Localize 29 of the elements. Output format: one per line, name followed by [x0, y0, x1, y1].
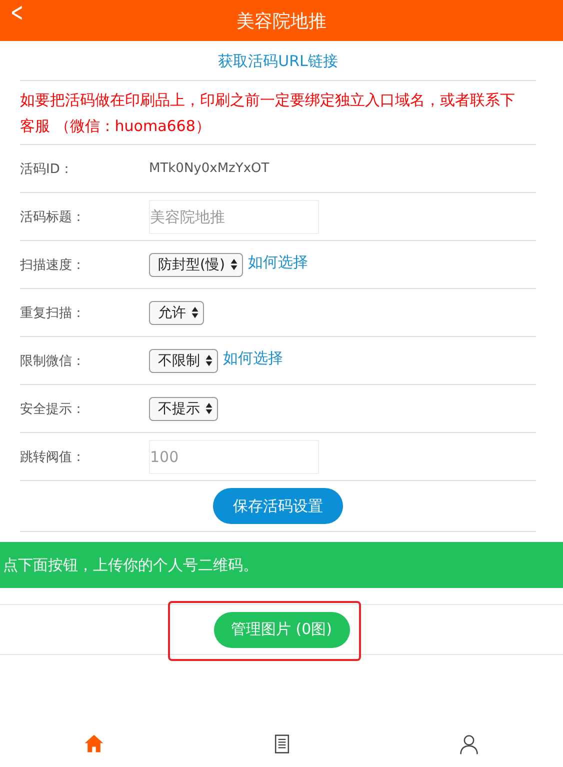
field-label: 活码ID： [20, 160, 74, 178]
select-field[interactable]: 防封型(慢) [149, 252, 243, 276]
field-label: 扫描速度： [20, 256, 86, 274]
home-icon[interactable] [82, 733, 105, 755]
field-label: 安全提示： [20, 400, 86, 418]
updown-arrows-icon [205, 402, 213, 415]
save-button[interactable]: 保存活码设置 [213, 488, 343, 524]
updown-arrows-icon [205, 354, 213, 367]
select-field[interactable]: 不提示 [149, 396, 218, 420]
field-label: 活码标题： [20, 208, 86, 226]
field-label: 限制微信： [20, 352, 86, 370]
select-field[interactable]: 不限制 [149, 348, 218, 372]
field-label: 重复扫描： [20, 304, 86, 322]
help-link[interactable]: 如何选择 [223, 348, 283, 368]
page-title: 美容院地推 [236, 10, 326, 32]
updown-arrows-icon [191, 306, 199, 319]
manage-images-button[interactable]: 管理图片 (0图) [214, 612, 350, 648]
back-button[interactable]: < [10, 0, 24, 26]
input-field[interactable]: 100 [149, 440, 319, 474]
person-icon[interactable] [458, 733, 480, 755]
warning-text: 如要把活码做在印刷品上，印刷之前一定要绑定独立入口域名，或者联系下客服 （微信：huoma668） [20, 90, 516, 137]
updown-arrows-icon [230, 258, 238, 271]
input-field[interactable]: 美容院地推 [149, 200, 319, 234]
field-label: 跳转阀值： [20, 448, 86, 466]
info-banner: 点下面按钮，上传你的个人号二维码。 [0, 542, 563, 588]
select-field[interactable]: 允许 [149, 300, 204, 324]
url-link[interactable]: 获取活码URL链接 [218, 52, 338, 71]
id-value: MTk0Ny0xMzYxOT [149, 161, 270, 176]
help-link[interactable]: 如何选择 [248, 252, 308, 272]
